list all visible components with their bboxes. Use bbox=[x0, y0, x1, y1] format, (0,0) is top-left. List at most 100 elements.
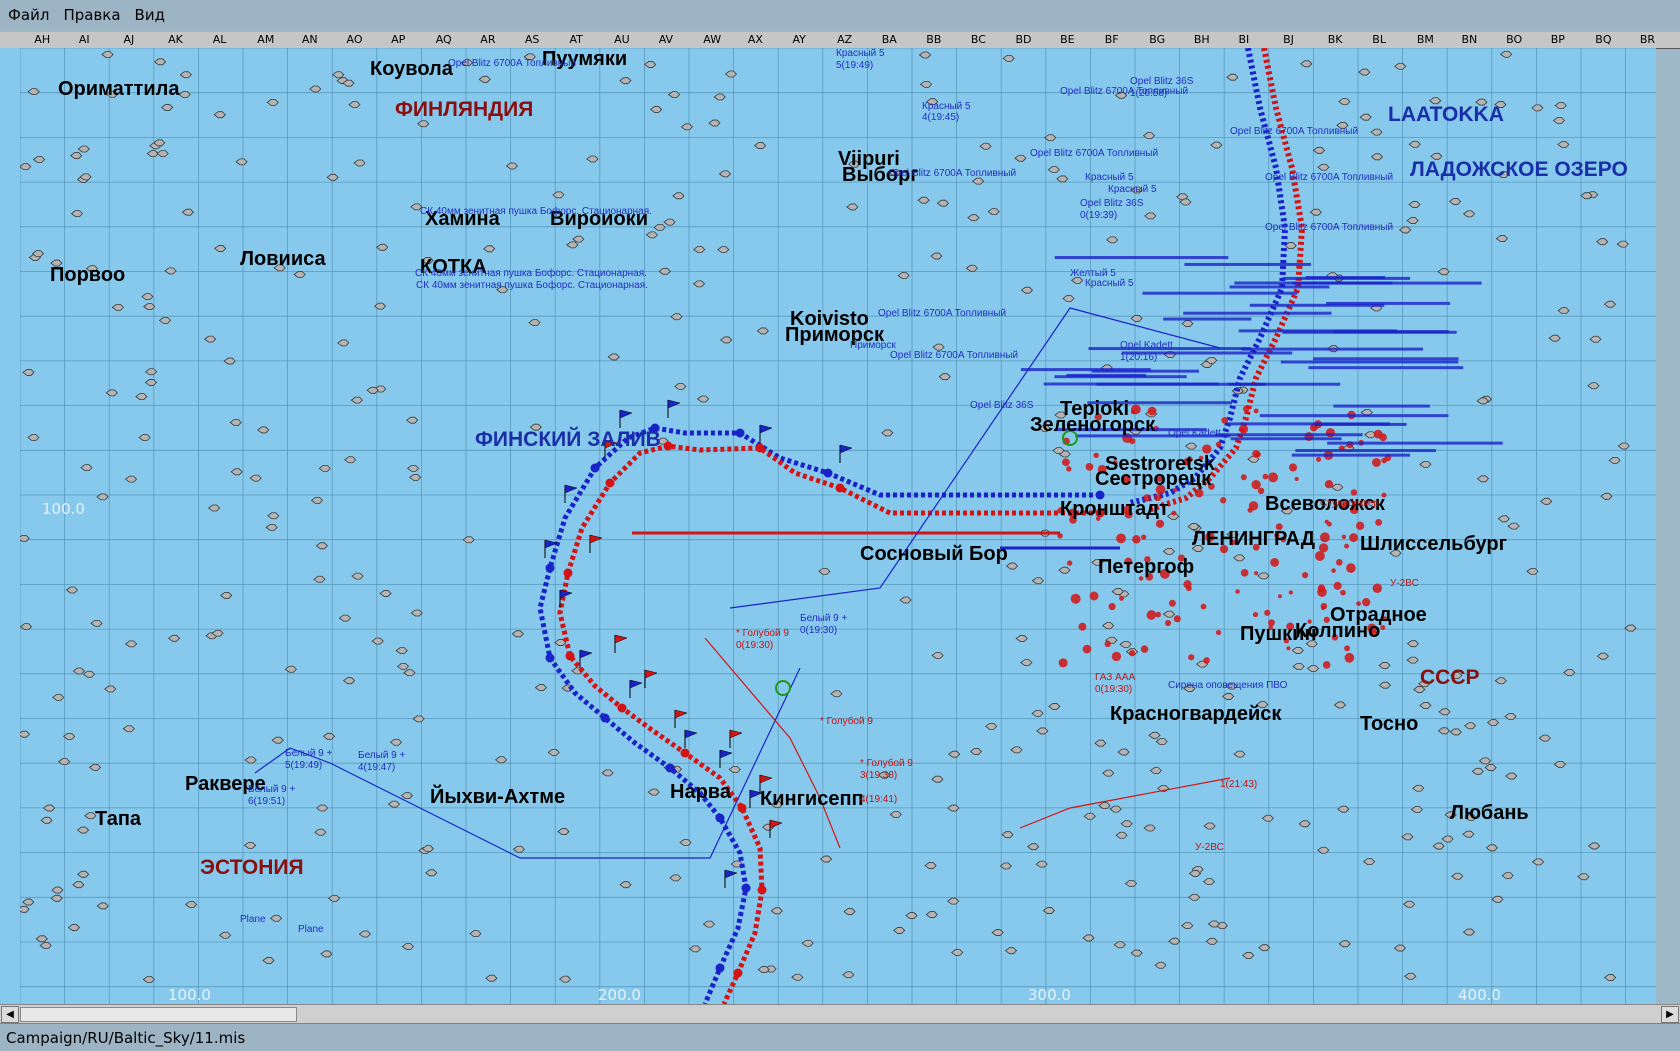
unit-label[interactable]: Приморск bbox=[850, 340, 896, 351]
ground-object-icon bbox=[67, 924, 81, 931]
ground-object-icon bbox=[1451, 872, 1464, 880]
scroll-thumb[interactable] bbox=[20, 1007, 297, 1022]
unit-label[interactable]: СК 40мм зенитная пушка Бофорс. Стационар… bbox=[420, 206, 652, 217]
ground-object-icon bbox=[991, 929, 1004, 936]
ground-object-icon bbox=[830, 690, 843, 698]
menu-view[interactable]: Вид bbox=[129, 6, 171, 24]
unit-label[interactable]: Белый 9 + bbox=[285, 748, 332, 759]
unit-label[interactable]: У-2ВС bbox=[1390, 578, 1419, 589]
unit-label[interactable]: Красный 5 bbox=[1085, 172, 1134, 183]
unit-label[interactable]: Красный 5 bbox=[1085, 278, 1134, 289]
menu-file[interactable]: Файл bbox=[2, 6, 55, 24]
unit-label[interactable]: 1(20:58) bbox=[1130, 88, 1167, 99]
unit-label[interactable]: У-2ВС bbox=[1195, 842, 1224, 853]
unit-label[interactable]: 5(19:49) bbox=[836, 60, 873, 71]
unit-label[interactable]: Opel Blitz 6700A Топливный bbox=[890, 350, 1018, 361]
blue-unit-strip bbox=[1259, 414, 1449, 418]
blue-unit-strip bbox=[1308, 366, 1464, 370]
unit-label[interactable]: Plane bbox=[298, 924, 324, 935]
ground-object-icon bbox=[82, 670, 96, 678]
unit-label[interactable]: СК 40мм зенитная пушка Бофорс. Стационар… bbox=[415, 268, 647, 279]
ground-object-icon bbox=[1181, 320, 1194, 327]
unit-label[interactable]: Opel Blitz 6700A Топливный bbox=[1030, 148, 1158, 159]
blue-unit-strip bbox=[1280, 360, 1459, 364]
unit-label[interactable]: Opel Blitz 6700A Топливный bbox=[448, 58, 576, 69]
unit-label[interactable]: 5(19:49) bbox=[285, 760, 322, 771]
red-unit-marker bbox=[1301, 571, 1309, 579]
unit-label[interactable]: 0(19:30) bbox=[800, 625, 837, 636]
ground-object-icon bbox=[951, 949, 964, 956]
unit-label[interactable]: Opel Blitz 36S bbox=[970, 400, 1033, 411]
ground-object-icon bbox=[663, 218, 676, 226]
ground-object-icon bbox=[889, 811, 902, 818]
ground-object-icon bbox=[917, 196, 930, 204]
blue-unit-strip bbox=[1249, 303, 1385, 307]
ground-object-icon bbox=[1587, 382, 1600, 390]
unit-label[interactable]: 1(21:43) bbox=[1220, 779, 1257, 790]
horizontal-scrollbar[interactable]: ◀ ▶ bbox=[0, 1004, 1680, 1023]
unit-label[interactable]: Opel Blitz 36S bbox=[1080, 198, 1143, 209]
map-view[interactable]: 22212019181716151413121110987654321 Орим… bbox=[20, 48, 1656, 1004]
red-unit-marker bbox=[1146, 610, 1157, 620]
ground-object-icon bbox=[696, 395, 710, 403]
unit-label[interactable]: Opel Blitz 6700A Топливный bbox=[1265, 172, 1393, 183]
red-unit-marker bbox=[1070, 593, 1081, 604]
column-label: AJ bbox=[123, 33, 135, 46]
unit-label[interactable]: Opel Blitz 6700A Топливный bbox=[1060, 86, 1188, 97]
unit-label[interactable]: Сирена оповещения ПВО bbox=[1168, 680, 1287, 691]
unit-label[interactable]: Opel Blitz 6700A Топливный bbox=[888, 168, 1016, 179]
ground-object-icon bbox=[1042, 907, 1056, 914]
unit-label[interactable]: Красный 5 bbox=[1108, 184, 1157, 195]
unit-label[interactable]: Белый 9 + bbox=[248, 784, 295, 795]
unit-label[interactable]: Opel Blitz 36S bbox=[1130, 76, 1193, 87]
unit-label[interactable]: Белый 9 + bbox=[358, 750, 405, 761]
unit-label[interactable]: 4(19:47) bbox=[358, 762, 395, 773]
blue-unit-strip bbox=[1228, 382, 1341, 386]
column-label: AO bbox=[346, 33, 363, 46]
red-flag-icon bbox=[674, 709, 688, 719]
ground-object-icon bbox=[1471, 767, 1484, 775]
unit-label[interactable]: ГАЗ ААА bbox=[1095, 672, 1135, 683]
unit-label[interactable]: Opel Blitz 6700A Топливный bbox=[1265, 222, 1393, 233]
unit-label[interactable]: * Голубой 9 bbox=[820, 716, 873, 727]
ground-object-icon bbox=[572, 235, 585, 243]
ground-object-icon bbox=[156, 150, 169, 157]
scroll-right-arrow-icon[interactable]: ▶ bbox=[1661, 1006, 1679, 1023]
scroll-left-arrow-icon[interactable]: ◀ bbox=[1, 1006, 19, 1023]
unit-label[interactable]: * Голубой 9 bbox=[860, 758, 913, 769]
unit-label[interactable]: 4(19:45) bbox=[922, 112, 959, 123]
blue-flag-icon bbox=[839, 444, 853, 454]
unit-label[interactable]: 3(19:38) bbox=[860, 770, 897, 781]
unit-label[interactable]: 4(19:41) bbox=[860, 794, 897, 805]
ground-object-icon bbox=[1410, 806, 1423, 813]
unit-label[interactable]: Белый 9 + bbox=[800, 613, 847, 624]
ground-object-icon bbox=[930, 252, 943, 260]
unit-label[interactable]: СК 40мм зенитная пушка Бофорс. Стационар… bbox=[416, 280, 648, 291]
unit-label[interactable]: 0(19:30) bbox=[736, 640, 773, 651]
unit-label[interactable]: Opel Blitz 6700A Топливный bbox=[1230, 126, 1358, 137]
unit-label[interactable]: Plane bbox=[240, 914, 266, 925]
ground-object-icon bbox=[512, 845, 525, 853]
red-flight-route bbox=[704, 637, 841, 849]
red-unit-marker bbox=[1093, 452, 1099, 459]
unit-label[interactable]: 0(19:30) bbox=[1095, 684, 1132, 695]
ground-object-icon bbox=[1408, 140, 1421, 148]
unit-label[interactable]: Желтый 5 bbox=[1070, 268, 1116, 279]
unit-label[interactable]: 1(20:16) bbox=[1120, 352, 1157, 363]
ground-object-icon bbox=[674, 382, 687, 390]
unit-label[interactable]: Красный 5 bbox=[836, 48, 885, 59]
unit-label[interactable]: Opel Kadett bbox=[1120, 340, 1173, 351]
unit-label[interactable]: Opel Blitz 6700A Топливный bbox=[878, 308, 1006, 319]
ground-object-icon bbox=[1497, 515, 1510, 523]
unit-label[interactable]: Opel Kadett bbox=[1168, 428, 1221, 439]
column-label: AN bbox=[301, 33, 318, 46]
unit-label[interactable]: 6(19:51) bbox=[248, 796, 285, 807]
unit-label[interactable]: Студебеккер bbox=[1320, 498, 1379, 509]
unit-label[interactable]: * Голубой 9 bbox=[736, 628, 789, 639]
unit-label[interactable]: 0(19:39) bbox=[1080, 210, 1117, 221]
unit-label[interactable]: Красный 5 bbox=[922, 101, 971, 112]
ground-object-icon bbox=[207, 504, 221, 512]
ground-object-icon bbox=[1370, 153, 1384, 161]
menu-edit[interactable]: Правка bbox=[57, 6, 126, 24]
ground-object-icon bbox=[1486, 719, 1500, 726]
